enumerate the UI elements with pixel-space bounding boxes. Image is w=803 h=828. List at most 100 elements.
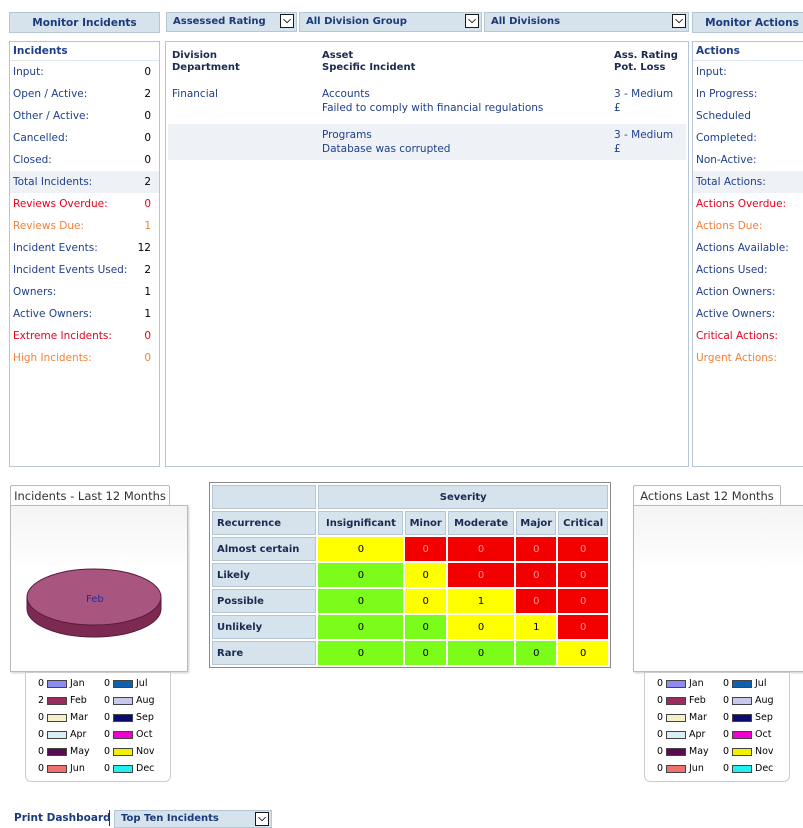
action-stat-row[interactable]: Scheduled — [693, 105, 803, 127]
legend-swatch — [113, 713, 133, 722]
division-group-select[interactable]: All Division Group ⌵ — [299, 12, 482, 32]
action-stat-row[interactable]: Input: — [693, 61, 803, 83]
matrix-corner — [212, 485, 317, 509]
matrix-cell[interactable]: 1 — [516, 615, 557, 639]
matrix-cell[interactable]: 0 — [558, 641, 608, 665]
incident-stat-row[interactable]: Open / Active: 2 — [10, 83, 159, 105]
action-stat-row[interactable]: Actions Available: — [693, 237, 803, 259]
severity-col-critical: Critical — [558, 511, 608, 535]
col-asset-header[interactable]: Asset Specific Incident — [322, 50, 415, 74]
incident-stat-row[interactable]: Active Owners: 1 — [10, 303, 159, 325]
matrix-cell[interactable]: 0 — [405, 615, 446, 639]
stat-label: Closed: — [13, 154, 52, 166]
legend-month: Nov — [136, 746, 155, 757]
incident-stat-row[interactable]: Extreme Incidents: 0 — [10, 325, 159, 347]
matrix-cell[interactable]: 0 — [318, 537, 404, 561]
legend-item-dec: 0 Dec — [96, 762, 154, 776]
matrix-cell[interactable]: 0 — [405, 589, 446, 613]
matrix-cell[interactable]: 1 — [448, 589, 515, 613]
matrix-cell[interactable]: 0 — [516, 641, 557, 665]
incident-stat-row[interactable]: Cancelled: 0 — [10, 127, 159, 149]
legend-month: Oct — [755, 729, 772, 740]
incident-stat-row[interactable]: Reviews Overdue: 0 — [10, 193, 159, 215]
row-incident: Database was corrupted — [322, 143, 451, 155]
action-stat-row[interactable]: Total Actions: — [693, 171, 803, 193]
legend-item-nov: 0 Nov — [96, 745, 155, 759]
action-stat-row[interactable]: Active Owners: — [693, 303, 803, 325]
action-stat-row[interactable]: Urgent Actions: — [693, 347, 803, 369]
matrix-cell[interactable]: 0 — [516, 563, 557, 587]
legend-month: Jan — [689, 678, 704, 689]
stat-value: 0 — [144, 352, 151, 364]
chevron-down-icon[interactable]: ⌵ — [672, 14, 686, 28]
action-stat-row[interactable]: Actions Used: — [693, 259, 803, 281]
incident-stat-row[interactable]: Reviews Due: 1 — [10, 215, 159, 237]
legend-count: 0 — [722, 746, 729, 757]
actions-panel-title: Actions — [693, 42, 803, 61]
incident-stat-row[interactable]: Total Incidents: 2 — [10, 171, 159, 193]
legend-swatch — [666, 764, 686, 773]
col-rating-header[interactable]: Ass. Rating Pot. Loss — [614, 50, 678, 74]
divisions-select[interactable]: All Divisions ⌵ — [484, 12, 689, 32]
col-division-header[interactable]: Division Department — [172, 50, 240, 74]
incident-stat-row[interactable]: High Incidents: 0 — [10, 347, 159, 369]
legend-item-mar: 0 Mar — [649, 711, 707, 725]
action-stat-row[interactable]: Action Owners: — [693, 281, 803, 303]
matrix-cell[interactable]: 0 — [318, 589, 404, 613]
stat-value: 2 — [144, 176, 151, 188]
matrix-cell[interactable]: 0 — [448, 641, 515, 665]
incident-stat-row[interactable]: Incident Events Used: 2 — [10, 259, 159, 281]
matrix-cell[interactable]: 0 — [405, 641, 446, 665]
matrix-cell[interactable]: 0 — [558, 537, 608, 561]
matrix-cell[interactable]: 0 — [448, 615, 515, 639]
legend-month: Jun — [689, 763, 704, 774]
matrix-cell[interactable]: 0 — [318, 641, 404, 665]
action-stat-row[interactable]: In Progress: — [693, 83, 803, 105]
severity-col-insignificant: Insignificant — [318, 511, 404, 535]
incidents-panel: Incidents Input: 0 Open / Active: 2 Other / … — [9, 41, 160, 467]
incident-stat-row[interactable]: Owners: 1 — [10, 281, 159, 303]
tab-actions-last-12-months[interactable]: Actions Last 12 Months — [633, 485, 781, 506]
matrix-cell[interactable]: 0 — [448, 563, 515, 587]
matrix-cell[interactable]: 0 — [318, 563, 404, 587]
report-select[interactable]: Top Ten Incidents ⌵ — [114, 810, 272, 828]
legend-item-nov: 0 Nov — [715, 745, 774, 759]
action-stat-row[interactable]: Critical Actions: — [693, 325, 803, 347]
stat-label: Input: — [696, 66, 727, 78]
incident-stat-row[interactable]: Closed: 0 — [10, 149, 159, 171]
chevron-down-icon[interactable]: ⌵ — [255, 812, 269, 826]
legend-month: Apr — [70, 729, 87, 740]
matrix-cell[interactable]: 0 — [516, 537, 557, 561]
assessed-rating-select[interactable]: Assessed Rating ⌵ — [166, 12, 297, 32]
matrix-cell[interactable]: 0 — [405, 563, 446, 587]
action-stat-row[interactable]: Actions Due: — [693, 215, 803, 237]
actions-panel: Actions Input: In Progress: Scheduled Compl… — [692, 41, 803, 467]
stat-label: Open / Active: — [13, 88, 88, 100]
risk-matrix: Severity Recurrence Insignificant Minor Mo… — [209, 482, 611, 668]
legend-swatch — [732, 747, 752, 756]
matrix-cell[interactable]: 0 — [405, 537, 446, 561]
stat-label: Actions Used: — [696, 264, 768, 276]
matrix-cell[interactable]: 0 — [558, 589, 608, 613]
action-stat-row[interactable]: Completed: — [693, 127, 803, 149]
chevron-down-icon[interactable]: ⌵ — [280, 14, 294, 28]
matrix-cell[interactable]: 0 — [558, 563, 608, 587]
matrix-cell[interactable]: 0 — [318, 615, 404, 639]
legend-swatch — [113, 764, 133, 773]
incident-stat-row[interactable]: Input: 0 — [10, 61, 159, 83]
tab-incidents-last-12-months[interactable]: Incidents - Last 12 Months — [10, 485, 170, 506]
col-rating-label: Ass. Rating — [614, 50, 678, 61]
stat-label: In Progress: — [696, 88, 758, 100]
print-dashboard-button[interactable]: Print Dashboard — [14, 810, 111, 826]
action-stat-row[interactable]: Non-Active: — [693, 149, 803, 171]
chevron-down-icon[interactable]: ⌵ — [465, 14, 479, 28]
matrix-cell[interactable]: 0 — [558, 615, 608, 639]
action-stat-row[interactable]: Actions Overdue: — [693, 193, 803, 215]
incident-stat-row[interactable]: Other / Active: 0 — [10, 105, 159, 127]
legend-count: 0 — [37, 746, 44, 757]
incidents-panel-title: Incidents — [10, 42, 159, 61]
matrix-cell[interactable]: 0 — [448, 537, 515, 561]
incident-stat-row[interactable]: Incident Events: 12 — [10, 237, 159, 259]
matrix-cell[interactable]: 0 — [516, 589, 557, 613]
legend-item-feb: 0 Feb — [649, 694, 706, 708]
